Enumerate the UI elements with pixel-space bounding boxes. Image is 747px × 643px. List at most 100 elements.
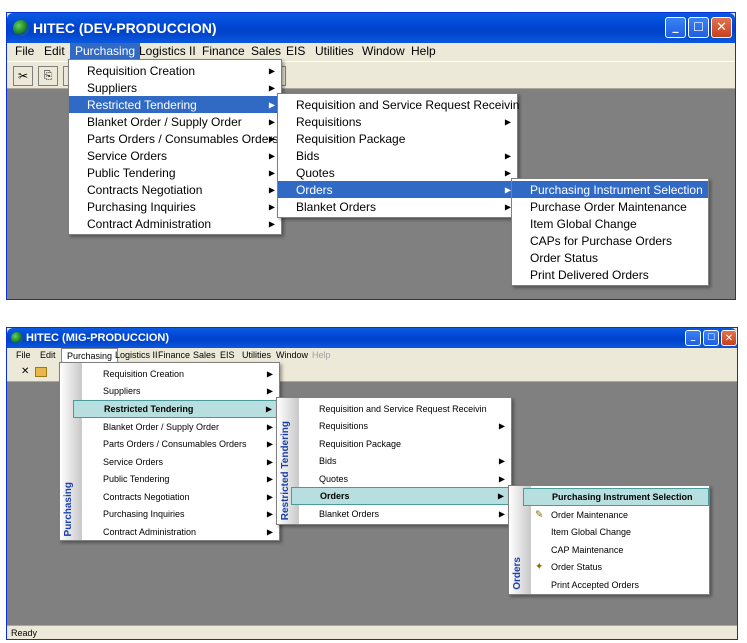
menu-finance[interactable]: Finance: [197, 43, 250, 60]
app-globe-icon: [13, 20, 29, 36]
menu-item-requisition-receiving[interactable]: Requisition and Service Request Receivin: [278, 96, 519, 113]
menu-item-requisition-creation[interactable]: Requisition Creation ▶: [69, 62, 281, 79]
folder-icon[interactable]: [35, 367, 47, 377]
menu-item-blanket-orders[interactable]: Blanket Orders ▶: [278, 198, 517, 215]
menu-item-parts-orders[interactable]: Parts Orders / Consumables Orders ▶: [69, 130, 281, 147]
menu-item-quotes[interactable]: Quotes ▶: [299, 470, 511, 487]
close-button[interactable]: ✕: [711, 17, 732, 38]
close-icon[interactable]: ✕: [21, 366, 29, 377]
menu-item-item-global-change[interactable]: Item Global Change: [509, 523, 709, 540]
menu-item-blanket-order[interactable]: Blanket Order / Supply Order ▶: [69, 113, 281, 130]
menu-item-requisitions[interactable]: Requisitions ▶: [299, 417, 511, 434]
status-icon: ✦: [535, 561, 544, 572]
menu-item-suppliers[interactable]: Suppliers ▶: [69, 79, 281, 96]
maximize-button[interactable]: ☐: [703, 330, 719, 346]
purchasing-menu: Purchasing Requisition Creation ▶ Supplie…: [59, 362, 280, 541]
menu-item-requisition-creation[interactable]: Requisition Creation ▶: [82, 365, 279, 382]
menu-logistics[interactable]: Logistics II: [134, 43, 201, 60]
menu-item-requisitions[interactable]: Requisitions ▶: [278, 113, 517, 130]
menu-help[interactable]: Help: [307, 348, 336, 363]
submenu-arrow-icon: ▶: [266, 457, 273, 466]
menu-eis[interactable]: EIS: [281, 43, 310, 60]
menu-item-orders[interactable]: Orders ▶: [291, 487, 511, 505]
submenu-arrow-icon: ▶: [266, 386, 273, 395]
menu-item-restricted-tendering[interactable]: Restricted Tendering ▶: [69, 96, 281, 113]
menu-item-restricted-tendering[interactable]: Restricted Tendering ▶: [73, 400, 279, 418]
submenu-arrow-icon: ▶: [268, 66, 275, 75]
minimize-button[interactable]: _: [665, 17, 686, 38]
menu-window[interactable]: Window: [357, 43, 410, 60]
submenu-arrow-icon: ▶: [266, 422, 273, 431]
menu-item-requisition-package[interactable]: Requisition Package: [299, 435, 511, 452]
menu-item-purchasing-instrument-selection[interactable]: Purchasing Instrument Selection: [523, 488, 709, 506]
copy-icon[interactable]: ⎘: [38, 66, 58, 86]
menu-sidebar: Purchasing: [60, 363, 82, 540]
menu-item-cap-maintenance[interactable]: CAP Maintenance: [509, 541, 709, 558]
menu-edit[interactable]: Edit: [35, 348, 61, 363]
maximize-button[interactable]: ☐: [688, 17, 709, 38]
menu-item-requisition-receiving[interactable]: Requisition and Service Request Receivin: [299, 400, 511, 417]
menu-item-parts-orders[interactable]: Parts Orders / Consumables Orders ▶: [82, 435, 279, 452]
edit-icon: ✎: [535, 509, 544, 520]
menu-edit[interactable]: Edit: [39, 43, 70, 60]
menu-item-service-orders[interactable]: Service Orders ▶: [82, 453, 279, 470]
orders-menu: Orders Purchasing Instrument Selection ✎…: [508, 485, 710, 595]
menu-item-bids[interactable]: Bids ▶: [278, 147, 517, 164]
submenu-arrow-icon: ▶: [498, 509, 505, 518]
submenu-arrow-icon: ▶: [497, 491, 504, 501]
status-text: Ready: [11, 628, 38, 638]
close-button[interactable]: ✕: [721, 330, 737, 346]
menu-item-orders[interactable]: Orders ▶: [278, 181, 517, 198]
menu-item-purchasing-instrument-selection[interactable]: Purchasing Instrument Selection: [512, 181, 708, 198]
menu-item-blanket-order[interactable]: Blanket Order / Supply Order ▶: [82, 418, 279, 435]
menu-item-order-status[interactable]: ✦ Order Status: [509, 558, 709, 575]
window-title: HITEC (MIG-PRODUCCION): [26, 332, 169, 344]
submenu-arrow-icon: ▶: [266, 474, 273, 483]
app-globe-icon: [11, 332, 23, 344]
menu-item-bids[interactable]: Bids ▶: [299, 452, 511, 469]
purchasing-menu: Requisition Creation ▶ Suppliers ▶ Restric…: [68, 59, 282, 235]
menu-eis[interactable]: EIS: [215, 348, 240, 363]
submenu-arrow-icon: ▶: [268, 202, 275, 211]
submenu-arrow-icon: ▶: [268, 117, 275, 126]
menu-item-order-maintenance[interactable]: ✎ Order Maintenance: [509, 506, 709, 523]
status-bar: Ready: [7, 625, 737, 639]
submenu-arrow-icon: ▶: [265, 404, 272, 414]
submenu-arrow-icon: ▶: [504, 168, 511, 177]
submenu-arrow-icon: ▶: [504, 117, 511, 126]
menu-item-suppliers[interactable]: Suppliers ▶: [82, 382, 279, 399]
menu-item-service-orders[interactable]: Service Orders ▶: [69, 147, 281, 164]
menu-item-purchasing-inquiries[interactable]: Purchasing Inquiries ▶: [82, 505, 279, 522]
menu-file[interactable]: File: [10, 43, 39, 60]
submenu-arrow-icon: ▶: [266, 527, 273, 536]
menu-item-purchase-order-maintenance[interactable]: Purchase Order Maintenance: [512, 198, 708, 215]
sidebar-label: Purchasing: [63, 481, 74, 536]
minimize-button[interactable]: _: [685, 330, 701, 346]
menu-help[interactable]: Help: [406, 43, 441, 60]
menu-item-contract-administration[interactable]: Contract Administration ▶: [82, 523, 279, 540]
menu-file[interactable]: File: [11, 348, 36, 363]
menu-item-order-status[interactable]: Order Status: [512, 249, 708, 266]
menu-utilities[interactable]: Utilities: [310, 43, 359, 60]
restricted-tendering-menu: Restricted Tendering Requisition and Ser…: [276, 397, 512, 525]
menu-item-blanket-orders[interactable]: Blanket Orders ▶: [299, 505, 511, 522]
cut-icon[interactable]: ✂: [13, 66, 33, 86]
menu-item-contracts-negotiation[interactable]: Contracts Negotiation ▶: [69, 181, 281, 198]
menu-item-requisition-package[interactable]: Requisition Package: [278, 130, 517, 147]
submenu-arrow-icon: ▶: [498, 421, 505, 430]
submenu-arrow-icon: ▶: [268, 100, 275, 109]
title-bar[interactable]: HITEC (DEV-PRODUCCION) _ ☐ ✕: [7, 13, 735, 43]
menu-item-public-tendering[interactable]: Public Tendering ▶: [82, 470, 279, 487]
submenu-arrow-icon: ▶: [268, 185, 275, 194]
menu-purchasing[interactable]: Purchasing: [70, 43, 141, 60]
menu-item-contract-administration[interactable]: Contract Administration ▶: [69, 215, 281, 232]
menu-item-caps-purchase-orders[interactable]: CAPs for Purchase Orders: [512, 232, 708, 249]
menu-item-contracts-negotiation[interactable]: Contracts Negotiation ▶: [82, 488, 279, 505]
title-bar[interactable]: HITEC (MIG-PRODUCCION) _ ☐ ✕: [7, 328, 737, 348]
menu-item-print-accepted-orders[interactable]: Print Accepted Orders: [509, 576, 709, 593]
menu-item-print-delivered-orders[interactable]: Print Delivered Orders: [512, 266, 708, 283]
menu-item-item-global-change[interactable]: Item Global Change: [512, 215, 708, 232]
menu-item-quotes[interactable]: Quotes ▶: [278, 164, 517, 181]
menu-item-public-tendering[interactable]: Public Tendering ▶: [69, 164, 281, 181]
menu-item-purchasing-inquiries[interactable]: Purchasing Inquiries ▶: [69, 198, 281, 215]
